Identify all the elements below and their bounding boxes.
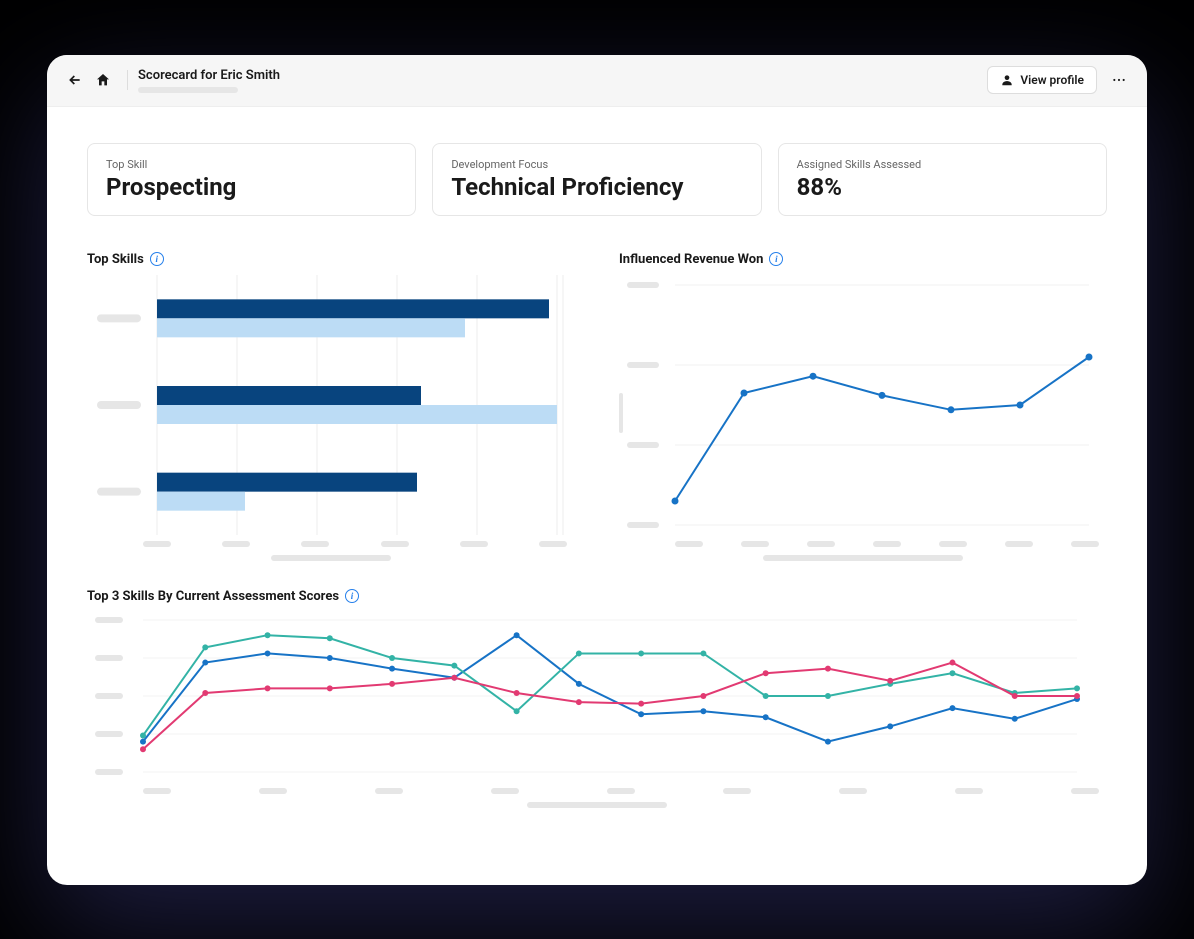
panel-title: Influenced Revenue Won xyxy=(619,252,763,267)
card-value: Technical Proficiency xyxy=(451,173,742,201)
info-icon[interactable]: i xyxy=(345,589,359,603)
title-block: Scorecard for Eric Smith xyxy=(138,68,280,93)
chart-footer xyxy=(87,555,575,561)
influenced-chart xyxy=(619,275,1107,535)
chart-row: Top Skills i Influenced Revenue Won i xyxy=(87,252,1107,561)
app-window: Scorecard for Eric Smith View profile To… xyxy=(47,55,1147,885)
card-label: Top Skill xyxy=(106,158,397,171)
view-profile-button[interactable]: View profile xyxy=(987,66,1097,94)
divider xyxy=(127,70,128,90)
view-profile-label: View profile xyxy=(1020,73,1084,87)
card-value: Prospecting xyxy=(106,173,397,201)
card-label: Assigned Skills Assessed xyxy=(797,158,1088,171)
info-icon[interactable]: i xyxy=(769,252,783,266)
panel-heading: Top Skills i xyxy=(87,252,575,267)
chart-footer xyxy=(87,802,1107,808)
summary-cards: Top Skill Prospecting Development Focus … xyxy=(87,143,1107,216)
topbar: Scorecard for Eric Smith View profile xyxy=(47,55,1147,107)
x-ticks xyxy=(87,541,575,547)
person-icon xyxy=(1000,73,1014,87)
top-skills-chart xyxy=(87,275,575,535)
panel-top3-skills: Top 3 Skills By Current Assessment Score… xyxy=(87,589,1107,808)
panel-top-skills: Top Skills i xyxy=(87,252,575,561)
top3-chart xyxy=(87,612,1107,782)
page-title: Scorecard for Eric Smith xyxy=(138,68,280,83)
card-assessed: Assigned Skills Assessed 88% xyxy=(778,143,1107,216)
home-button[interactable] xyxy=(89,66,117,94)
subtitle-placeholder xyxy=(138,87,238,93)
panel-heading: Top 3 Skills By Current Assessment Score… xyxy=(87,589,1107,604)
card-label: Development Focus xyxy=(451,158,742,171)
card-top-skill: Top Skill Prospecting xyxy=(87,143,416,216)
panel-title: Top 3 Skills By Current Assessment Score… xyxy=(87,589,339,604)
content: Top Skill Prospecting Development Focus … xyxy=(47,107,1147,885)
panel-title: Top Skills xyxy=(87,252,144,267)
panel-influenced-revenue: Influenced Revenue Won i xyxy=(619,252,1107,561)
chart-footer xyxy=(619,555,1107,561)
back-button[interactable] xyxy=(61,66,89,94)
card-dev-focus: Development Focus Technical Proficiency xyxy=(432,143,761,216)
info-icon[interactable]: i xyxy=(150,252,164,266)
x-ticks xyxy=(87,788,1107,794)
x-ticks xyxy=(619,541,1107,547)
more-button[interactable] xyxy=(1105,66,1133,94)
panel-heading: Influenced Revenue Won i xyxy=(619,252,1107,267)
card-value: 88% xyxy=(797,173,1088,201)
